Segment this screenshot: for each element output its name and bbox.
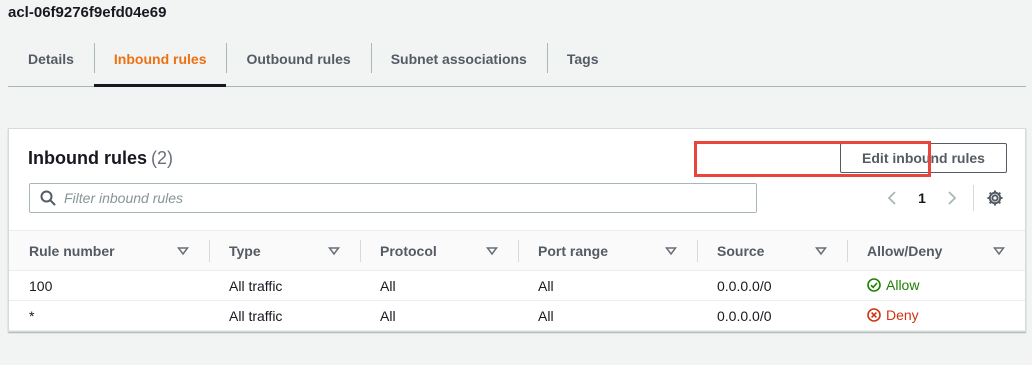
column-header-label: Rule number <box>29 242 115 259</box>
panel-heading: Inbound rules (2) <box>28 148 173 169</box>
caret-down-icon[interactable] <box>665 245 677 257</box>
panel-title: Inbound rules <box>28 148 147 168</box>
status-label: Deny <box>886 306 919 323</box>
column-header-label: Protocol <box>380 242 437 259</box>
chevron-right-icon[interactable] <box>941 187 963 209</box>
cell-type: All traffic <box>209 300 360 331</box>
caret-down-icon[interactable] <box>815 245 827 257</box>
caret-down-icon[interactable] <box>328 245 340 257</box>
tab-outbound-rules[interactable]: Outbound rules <box>226 42 370 75</box>
filter-box[interactable] <box>29 183 757 213</box>
table-row[interactable]: * All traffic All All 0.0.0.0/0 Deny <box>9 300 1025 331</box>
tab-bar: Details Inbound rules Outbound rules Sub… <box>8 40 1026 87</box>
tab-inbound-rules[interactable]: Inbound rules <box>93 42 227 87</box>
cell-protocol: All <box>360 300 518 331</box>
cell-port-range: All <box>518 300 697 331</box>
page-title: acl-06f9276f9efd04e69 <box>8 4 167 21</box>
x-circle-icon <box>867 307 881 322</box>
cell-port-range: All <box>518 270 697 301</box>
inbound-rules-table: Rule number Type Protocol Port range Sou… <box>9 230 1025 331</box>
tab-subnet-associations[interactable]: Subnet associations <box>370 42 547 75</box>
tab-tags[interactable]: Tags <box>546 42 619 75</box>
chevron-left-icon[interactable] <box>881 187 903 209</box>
caret-down-icon[interactable] <box>993 245 1005 257</box>
tab-details[interactable]: Details <box>8 42 94 75</box>
column-header-rule-number[interactable]: Rule number <box>9 230 209 271</box>
column-header-label: Allow/Deny <box>867 242 943 259</box>
filter-input[interactable] <box>64 190 704 206</box>
cell-allow-deny: Deny <box>847 300 1025 331</box>
edit-inbound-rules-button[interactable]: Edit inbound rules <box>840 143 1007 173</box>
gear-icon[interactable] <box>984 187 1006 209</box>
column-header-label: Port range <box>538 242 609 259</box>
cell-protocol: All <box>360 270 518 301</box>
column-header-allow-deny[interactable]: Allow/Deny <box>847 230 1025 271</box>
status-label: Allow <box>886 276 920 293</box>
column-header-label: Source <box>717 242 765 259</box>
table-row[interactable]: 100 All traffic All All 0.0.0.0/0 Allow <box>9 270 1025 301</box>
status-badge: Deny <box>867 307 919 323</box>
cell-source: 0.0.0.0/0 <box>697 300 847 331</box>
cell-allow-deny: Allow <box>847 270 1025 301</box>
pager-divider <box>973 185 974 211</box>
check-circle-icon <box>867 277 881 292</box>
column-header-source[interactable]: Source <box>697 230 847 271</box>
cell-rule-number: 100 <box>9 270 209 301</box>
pagination: 1 <box>881 185 1006 211</box>
cell-type: All traffic <box>209 270 360 301</box>
column-header-type[interactable]: Type <box>209 230 360 271</box>
column-header-port-range[interactable]: Port range <box>518 230 697 271</box>
page-number[interactable]: 1 <box>903 190 941 206</box>
inbound-rules-panel: Inbound rules(2) Edit inbound rules 1 <box>8 128 1026 332</box>
cell-rule-number: * <box>9 300 209 331</box>
column-header-protocol[interactable]: Protocol <box>360 230 518 271</box>
column-header-label: Type <box>229 242 261 259</box>
rule-count: (2) <box>151 148 173 168</box>
status-badge: Allow <box>867 277 919 293</box>
search-icon <box>40 190 56 206</box>
cell-source: 0.0.0.0/0 <box>697 270 847 301</box>
table-header-row: Rule number Type Protocol Port range Sou… <box>9 230 1025 271</box>
caret-down-icon[interactable] <box>486 245 498 257</box>
caret-down-icon[interactable] <box>177 245 189 257</box>
